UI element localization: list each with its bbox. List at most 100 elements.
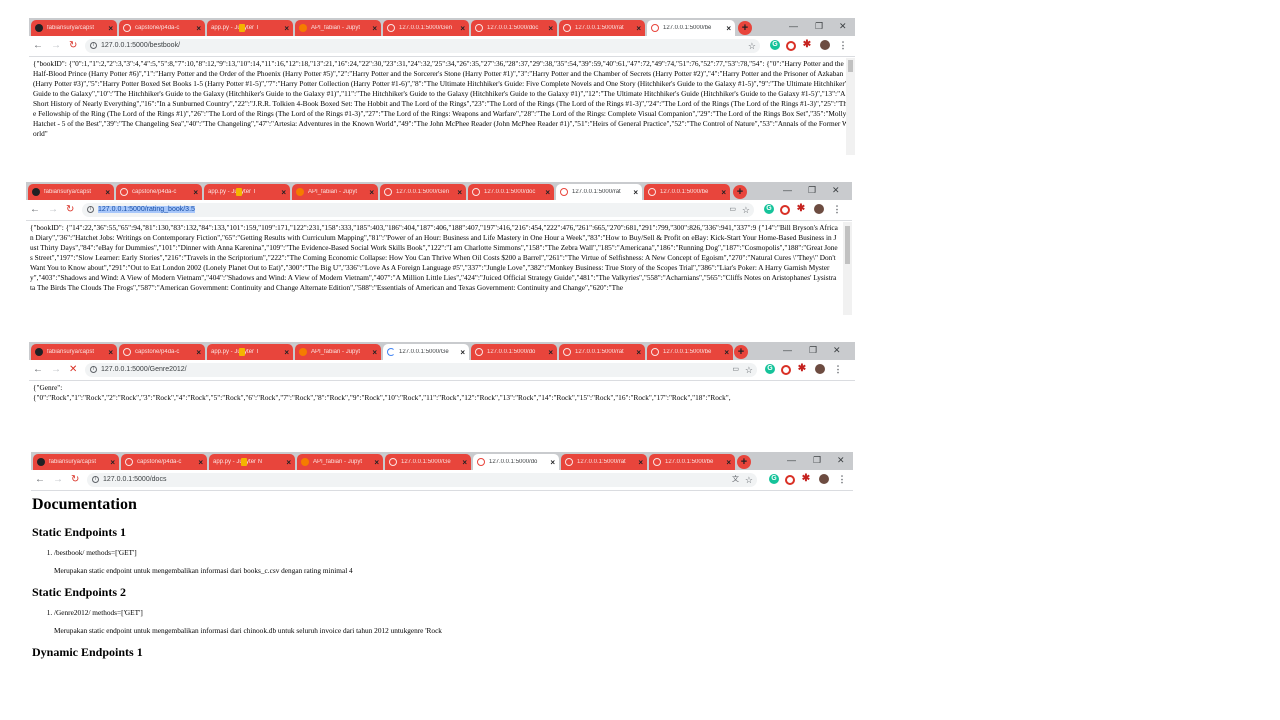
close-tab-icon[interactable]: × bbox=[108, 348, 113, 357]
tab-bestbook[interactable]: 127.0.0.1:5000/be × bbox=[644, 184, 730, 200]
bookmark-star-icon[interactable]: ☆ bbox=[748, 39, 756, 53]
vertical-scrollbar[interactable] bbox=[843, 222, 852, 315]
menu-icon[interactable]: ⋮ bbox=[832, 204, 842, 214]
tab-github[interactable]: fabiansurya/capst × bbox=[31, 344, 117, 360]
puzzle-icon[interactable]: ✱ bbox=[801, 474, 811, 484]
tab-app-py[interactable]: app.py - Jupyter N × bbox=[209, 454, 295, 470]
close-tab-icon[interactable]: × bbox=[284, 24, 289, 33]
tab-docs[interactable]: 127.0.0.1:5000/do × bbox=[471, 344, 557, 360]
close-tab-icon[interactable]: × bbox=[726, 458, 731, 467]
back-arrow-icon[interactable]: ← bbox=[33, 40, 43, 52]
forward-arrow-icon[interactable]: → bbox=[51, 40, 61, 52]
opera-icon[interactable] bbox=[780, 205, 790, 215]
close-tab-icon[interactable]: × bbox=[460, 348, 465, 357]
close-tab-icon[interactable]: × bbox=[636, 348, 641, 357]
minimize-icon[interactable]: — bbox=[787, 455, 796, 465]
tab-genre2012[interactable]: 127.0.0.1:5000/Ge × bbox=[383, 344, 469, 360]
site-info-icon[interactable]: i bbox=[90, 42, 97, 49]
tab-github[interactable]: fabiansurya/capst × bbox=[31, 20, 117, 36]
site-info-icon[interactable]: i bbox=[87, 206, 94, 213]
site-info-icon[interactable]: i bbox=[92, 476, 99, 483]
close-tab-icon[interactable]: × bbox=[105, 188, 110, 197]
close-tab-icon[interactable]: × bbox=[372, 348, 377, 357]
tab-github[interactable]: fabiansurya/capst × bbox=[33, 454, 119, 470]
close-tab-icon[interactable]: × bbox=[545, 188, 550, 197]
avatar[interactable] bbox=[820, 40, 830, 50]
bookmark-star-icon[interactable]: ☆ bbox=[745, 363, 753, 377]
back-arrow-icon[interactable]: ← bbox=[35, 474, 45, 486]
menu-icon[interactable]: ⋮ bbox=[833, 364, 843, 374]
close-tab-icon[interactable]: × bbox=[550, 458, 555, 467]
reload-icon[interactable]: ↻ bbox=[71, 474, 79, 486]
close-tab-icon[interactable]: × bbox=[462, 458, 467, 467]
close-tab-icon[interactable]: × bbox=[721, 188, 726, 197]
url-text[interactable]: 127.0.0.1:5000/rating_book/3.5 bbox=[98, 206, 195, 213]
back-arrow-icon[interactable]: ← bbox=[30, 204, 40, 216]
puzzle-icon[interactable]: ✱ bbox=[797, 364, 807, 374]
restore-icon[interactable]: ❐ bbox=[815, 21, 823, 32]
close-tab-icon[interactable]: × bbox=[372, 24, 377, 33]
tab-github[interactable]: fabiansurya/capst × bbox=[28, 184, 114, 200]
close-window-icon[interactable]: ✕ bbox=[833, 345, 841, 356]
grammarly-icon[interactable]: G bbox=[764, 204, 774, 214]
close-tab-icon[interactable]: × bbox=[633, 188, 638, 197]
tab-app-py[interactable]: app.py - Jupyter T × bbox=[204, 184, 290, 200]
tab-capstone[interactable]: capstone/p4da-c × bbox=[116, 184, 202, 200]
tab-api-fabian[interactable]: API_fabian - Jupyt × bbox=[292, 184, 378, 200]
close-window-icon[interactable]: ✕ bbox=[837, 455, 845, 466]
close-tab-icon[interactable]: × bbox=[374, 458, 379, 467]
tab-docs[interactable]: 127.0.0.1:5000/do × bbox=[473, 454, 559, 470]
minimize-icon[interactable]: — bbox=[783, 185, 792, 195]
address-bar[interactable]: i 127.0.0.1:5000/Genre2012/ ▭ ☆ bbox=[85, 363, 757, 377]
close-window-icon[interactable]: ✕ bbox=[839, 21, 847, 32]
close-tab-icon[interactable]: × bbox=[638, 458, 643, 467]
avatar[interactable] bbox=[819, 474, 829, 484]
tab-api-fabian[interactable]: API_fabian - Jupyt × bbox=[295, 344, 381, 360]
restore-icon[interactable]: ❐ bbox=[813, 455, 821, 466]
restore-icon[interactable]: ❐ bbox=[809, 345, 817, 356]
tab-genre2012[interactable]: 127.0.0.1:5000/Ge × bbox=[385, 454, 471, 470]
menu-icon[interactable]: ⋮ bbox=[837, 474, 847, 484]
restore-icon[interactable]: ❐ bbox=[808, 185, 816, 196]
puzzle-icon[interactable]: ✱ bbox=[802, 40, 812, 50]
scrollbar-thumb[interactable] bbox=[848, 60, 853, 72]
menu-icon[interactable]: ⋮ bbox=[838, 40, 848, 50]
close-tab-icon[interactable]: × bbox=[636, 24, 641, 33]
url-text[interactable]: 127.0.0.1:5000/Genre2012/ bbox=[101, 366, 187, 373]
new-tab-button[interactable]: + bbox=[738, 21, 752, 35]
avatar[interactable] bbox=[815, 364, 825, 374]
puzzle-icon[interactable]: ✱ bbox=[796, 204, 806, 214]
close-tab-icon[interactable]: × bbox=[457, 188, 462, 197]
address-bar[interactable]: i 127.0.0.1:5000/docs 文 ☆ bbox=[87, 473, 757, 487]
tab-app-py[interactable]: app.py - Jupyter T × bbox=[207, 20, 293, 36]
tab-rating-book[interactable]: 127.0.0.1:5000/rat × bbox=[559, 344, 645, 360]
reload-icon[interactable]: ↻ bbox=[66, 204, 74, 216]
site-info-icon[interactable]: i bbox=[90, 366, 97, 373]
opera-icon[interactable] bbox=[786, 41, 796, 51]
forward-arrow-icon[interactable]: → bbox=[48, 204, 58, 216]
new-tab-button[interactable]: + bbox=[734, 345, 748, 359]
minimize-icon[interactable]: — bbox=[789, 21, 798, 31]
new-tab-button[interactable]: + bbox=[737, 455, 751, 469]
close-tab-icon[interactable]: × bbox=[460, 24, 465, 33]
tab-bestbook[interactable]: 127.0.0.1:5000/be × bbox=[647, 20, 735, 36]
vertical-scrollbar[interactable] bbox=[846, 58, 855, 155]
close-tab-icon[interactable]: × bbox=[108, 24, 113, 33]
tab-capstone[interactable]: capstone/p4da-c × bbox=[119, 20, 205, 36]
translate-icon[interactable]: 文 bbox=[732, 473, 739, 487]
tab-docs[interactable]: 127.0.0.1:5000/doc × bbox=[468, 184, 554, 200]
address-bar[interactable]: i 127.0.0.1:5000/rating_book/3.5 ▭ ☆ bbox=[82, 203, 754, 217]
close-window-icon[interactable]: ✕ bbox=[832, 185, 840, 196]
close-tab-icon[interactable]: × bbox=[724, 348, 729, 357]
opera-icon[interactable] bbox=[785, 475, 795, 485]
tab-rating-book[interactable]: 127.0.0.1:5000/rat × bbox=[556, 184, 642, 200]
tab-api-fabian[interactable]: API_fabian - Jupyt × bbox=[295, 20, 381, 36]
reload-icon[interactable]: ↻ bbox=[69, 40, 77, 52]
tab-genre2012[interactable]: 127.0.0.1:5000/Gen × bbox=[380, 184, 466, 200]
close-tab-icon[interactable]: × bbox=[548, 24, 553, 33]
tab-app-py[interactable]: app.py - Jupyter T × bbox=[207, 344, 293, 360]
url-text[interactable]: 127.0.0.1:5000/docs bbox=[103, 476, 166, 483]
close-tab-icon[interactable]: × bbox=[284, 348, 289, 357]
tab-bestbook[interactable]: 127.0.0.1:5000/be × bbox=[649, 454, 735, 470]
avatar[interactable] bbox=[814, 204, 824, 214]
